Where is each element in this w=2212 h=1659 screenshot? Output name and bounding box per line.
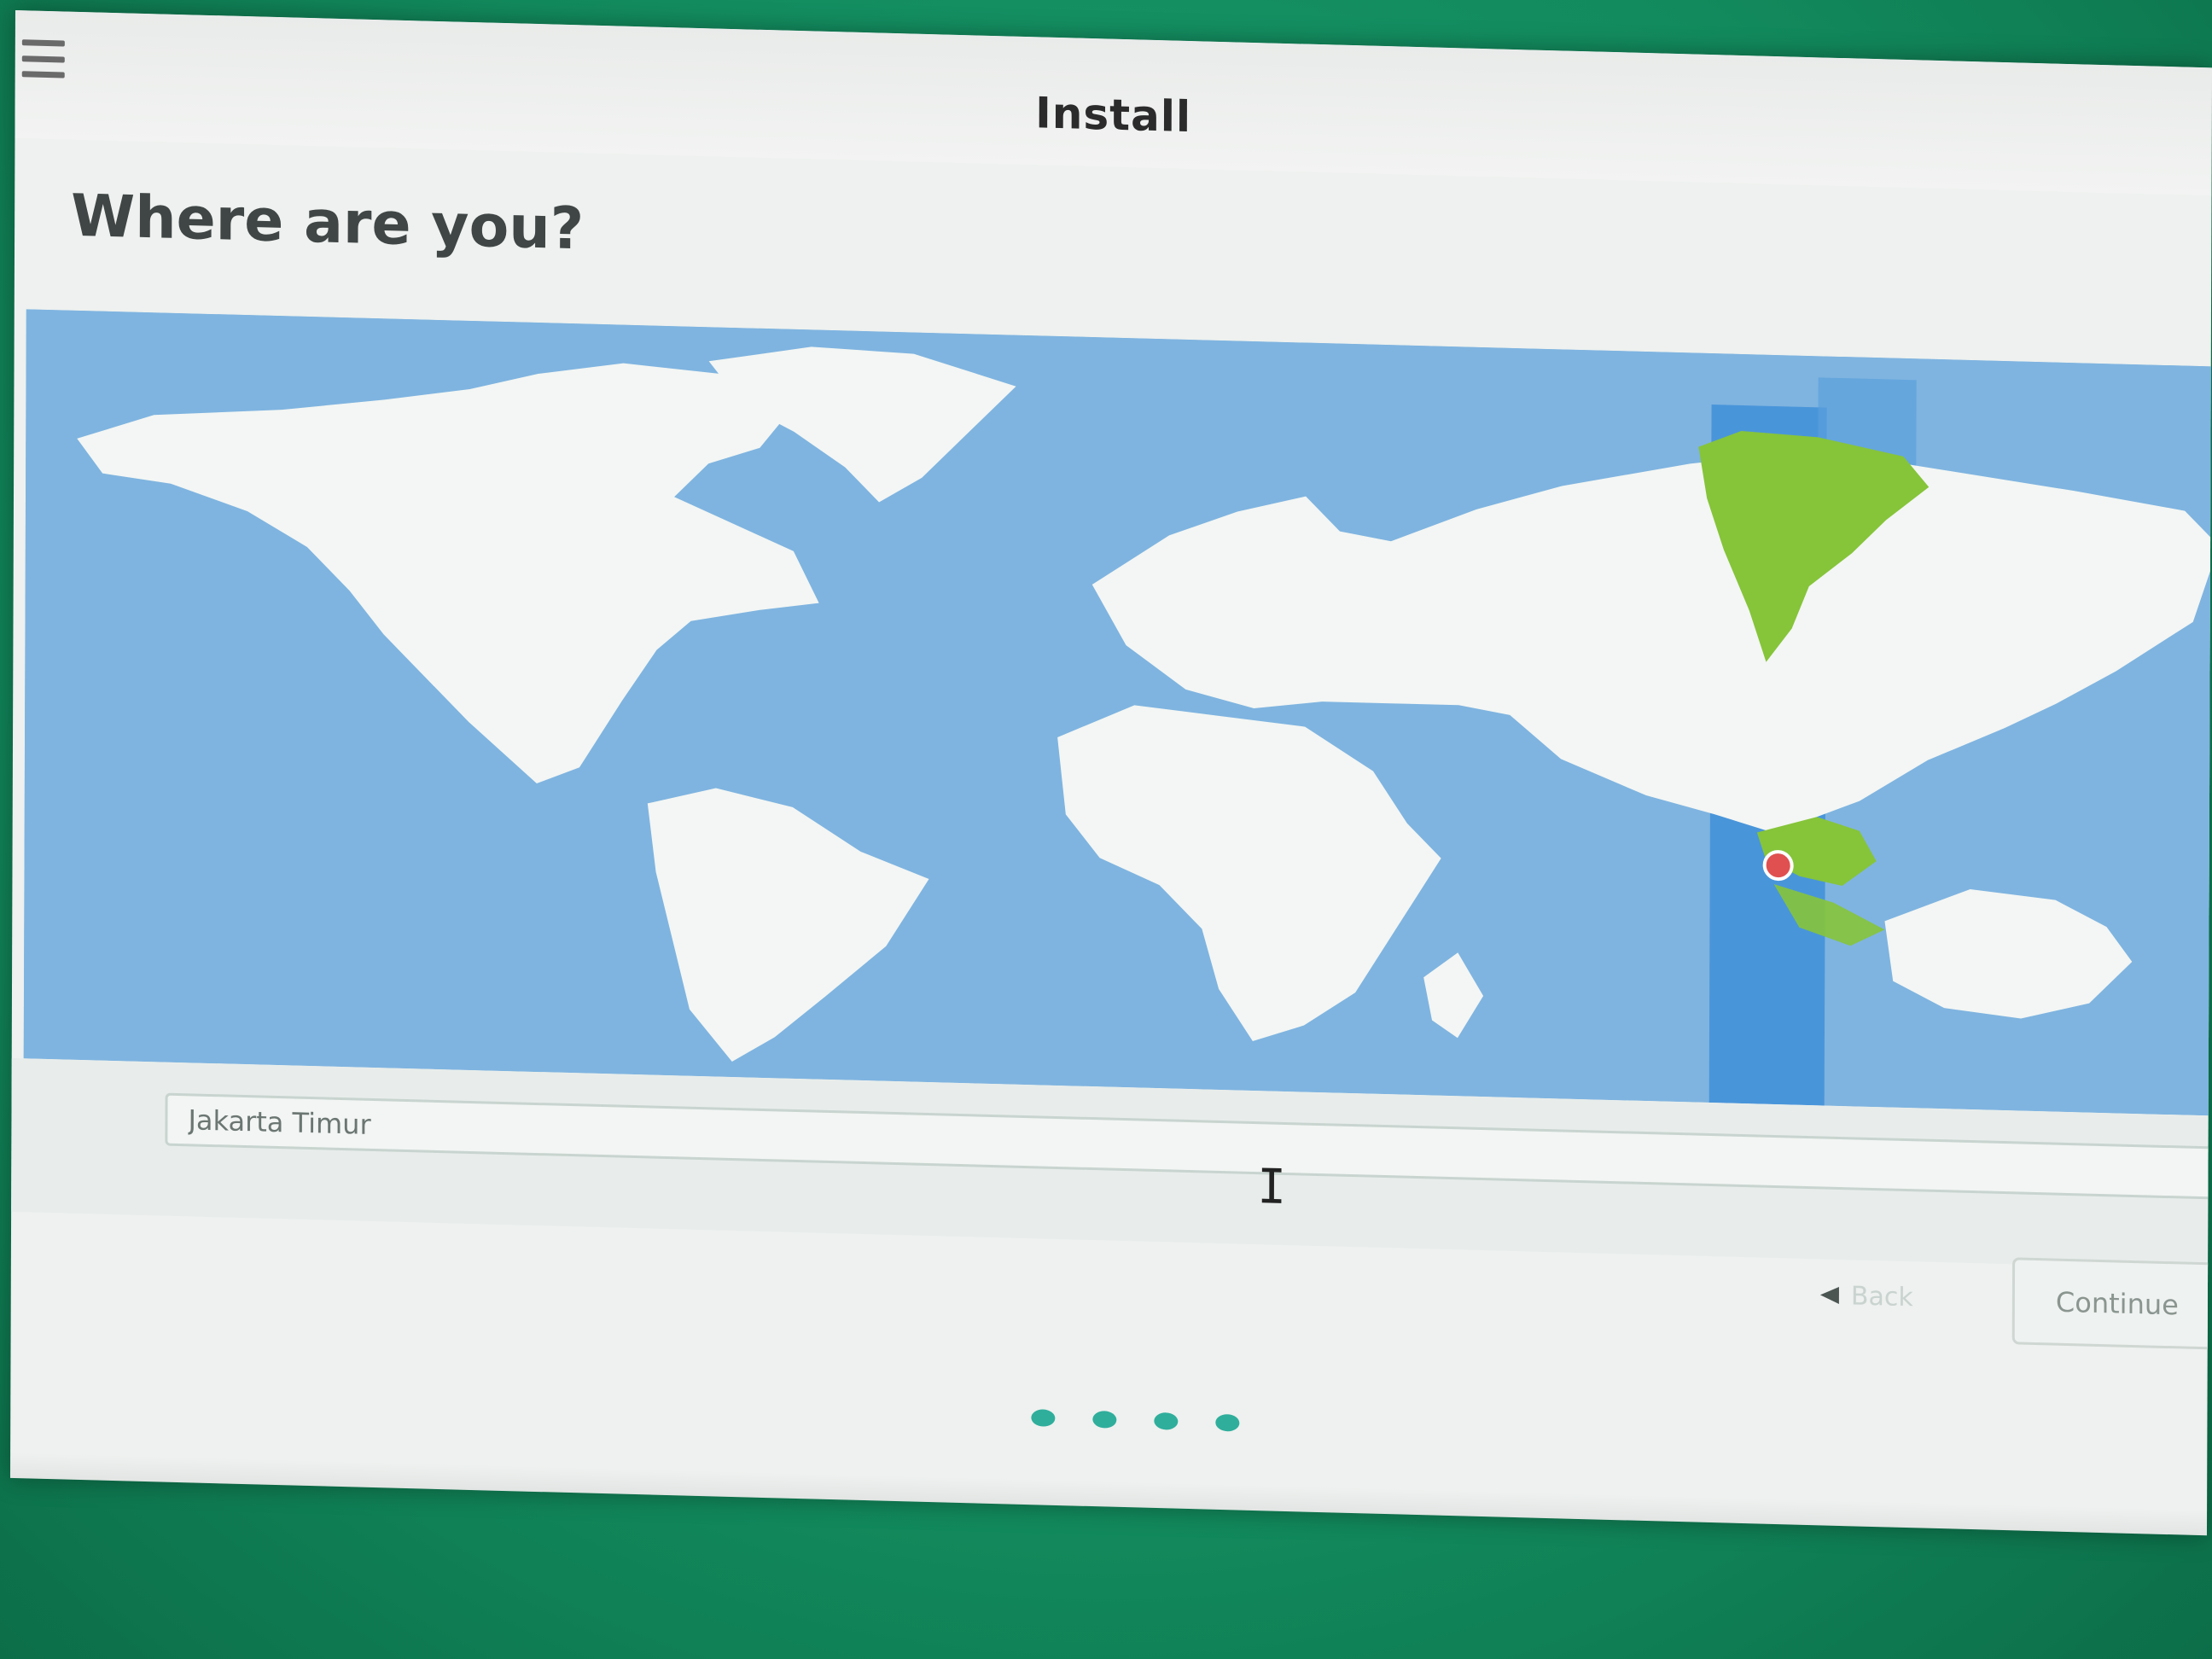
step-indicator	[1031, 1409, 1240, 1432]
step-dot	[1154, 1412, 1179, 1430]
world-map[interactable]	[23, 309, 2212, 1116]
i-beam-cursor-icon: I	[1257, 1159, 1287, 1215]
timezone-map[interactable]	[23, 309, 2212, 1116]
installer-window: Install Where are you? Jakarta Timur I B…	[9, 10, 2212, 1536]
window-title: Install	[1035, 88, 1192, 143]
location-pin-icon[interactable]	[1762, 850, 1794, 882]
title-bar: Install	[15, 10, 2212, 196]
step-dot	[1031, 1409, 1056, 1427]
back-button[interactable]: Back	[1819, 1269, 1913, 1323]
location-input[interactable]	[165, 1092, 2212, 1200]
step-dot	[1092, 1411, 1117, 1429]
back-button-label: Back	[1850, 1280, 1913, 1313]
left-arrow-icon	[1819, 1286, 1839, 1304]
continue-button[interactable]: Continue	[2011, 1257, 2212, 1350]
page-heading: Where are you?	[71, 182, 585, 264]
monitor-screen: Install Where are you? Jakarta Timur I B…	[0, 0, 2212, 1659]
window-bottom-edge	[9, 1452, 2208, 1536]
step-dot	[1215, 1413, 1240, 1432]
